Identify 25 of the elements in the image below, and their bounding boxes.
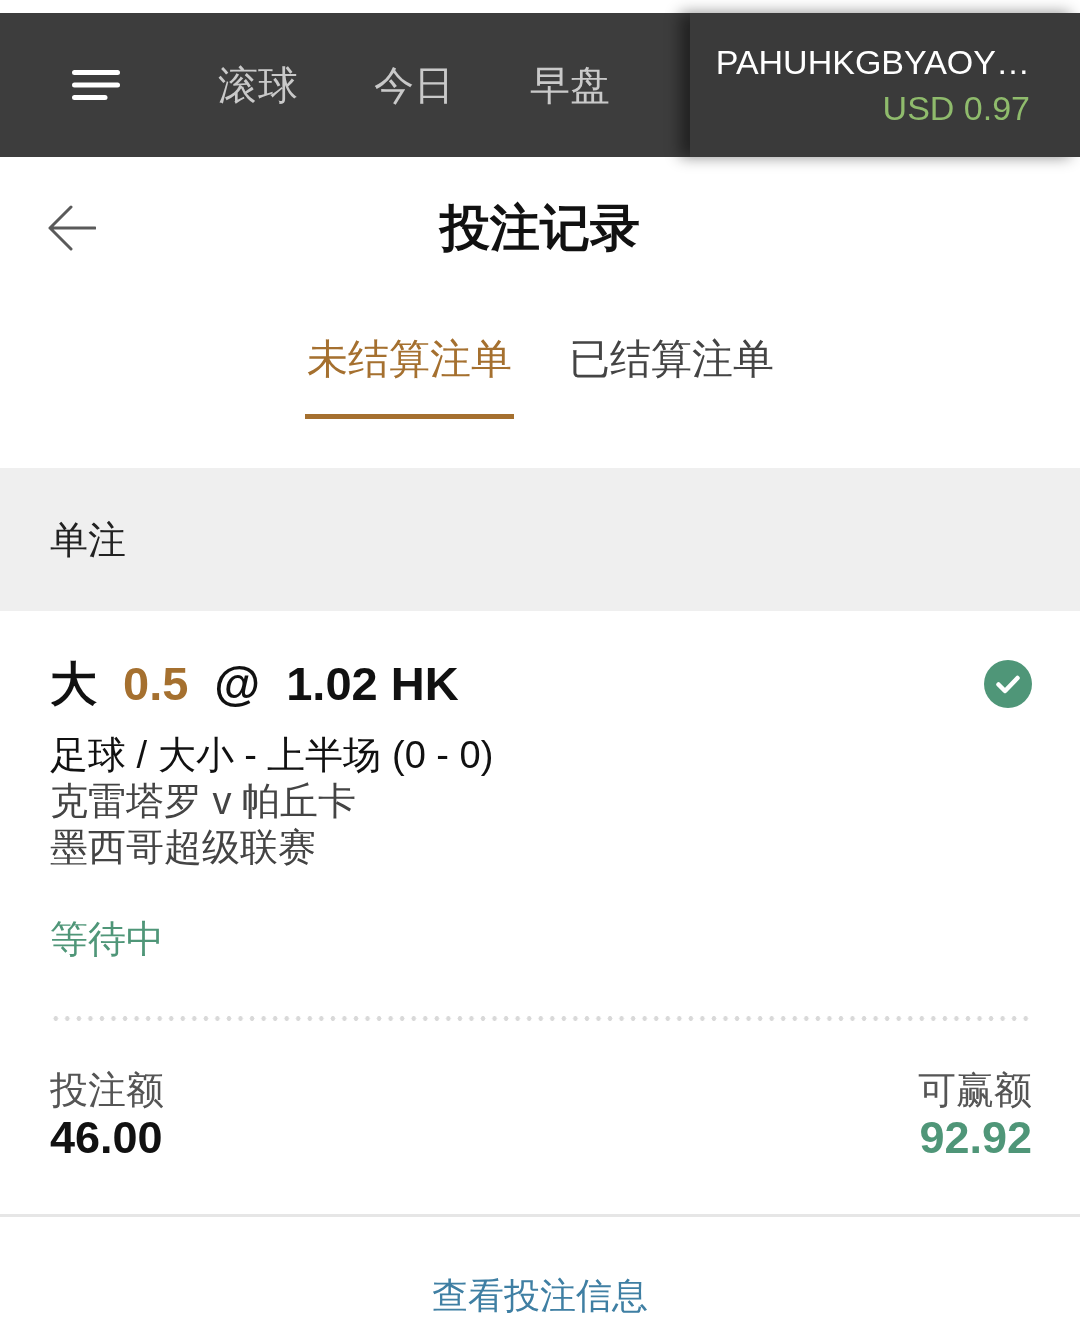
- nav-tab[interactable]: 滚球: [218, 61, 298, 109]
- match-name: 克雷塔罗 v 帕丘卡: [50, 779, 357, 824]
- stake-label: 投注额: [50, 1068, 164, 1113]
- account-name: PAHUHKGBYAOY…: [715, 42, 1030, 82]
- view-details-link[interactable]: 查看投注信息: [432, 1274, 648, 1318]
- menu-icon[interactable]: [72, 70, 120, 100]
- bet-tab[interactable]: 已结算注单: [566, 335, 776, 419]
- stake-amount: 46.00: [50, 1113, 163, 1163]
- account-balance: USD 0.97: [882, 88, 1030, 128]
- section-title: 单注: [50, 517, 126, 563]
- league-name: 墨西哥超级联赛: [50, 825, 316, 870]
- nav-tab[interactable]: 今日: [374, 61, 454, 109]
- payout-label: 可赢额: [918, 1068, 1032, 1113]
- bet-handicap: 0.5: [123, 656, 189, 712]
- bet-odds: 1.02 HK: [286, 656, 459, 712]
- check-circle-icon: [984, 660, 1032, 708]
- bet-status: 等待中: [50, 917, 164, 962]
- bet-market: 足球 / 大小 - 上半场 (0 - 0): [50, 733, 494, 778]
- bet-selection: 大: [50, 656, 97, 712]
- payout-amount: 92.92: [919, 1113, 1032, 1163]
- at-sign: @: [214, 656, 261, 712]
- nav-tab[interactable]: 早盘: [530, 61, 610, 109]
- bet-tab[interactable]: 未结算注单: [304, 335, 514, 419]
- page-title: 投注记录: [440, 199, 640, 258]
- back-icon[interactable]: [48, 204, 96, 252]
